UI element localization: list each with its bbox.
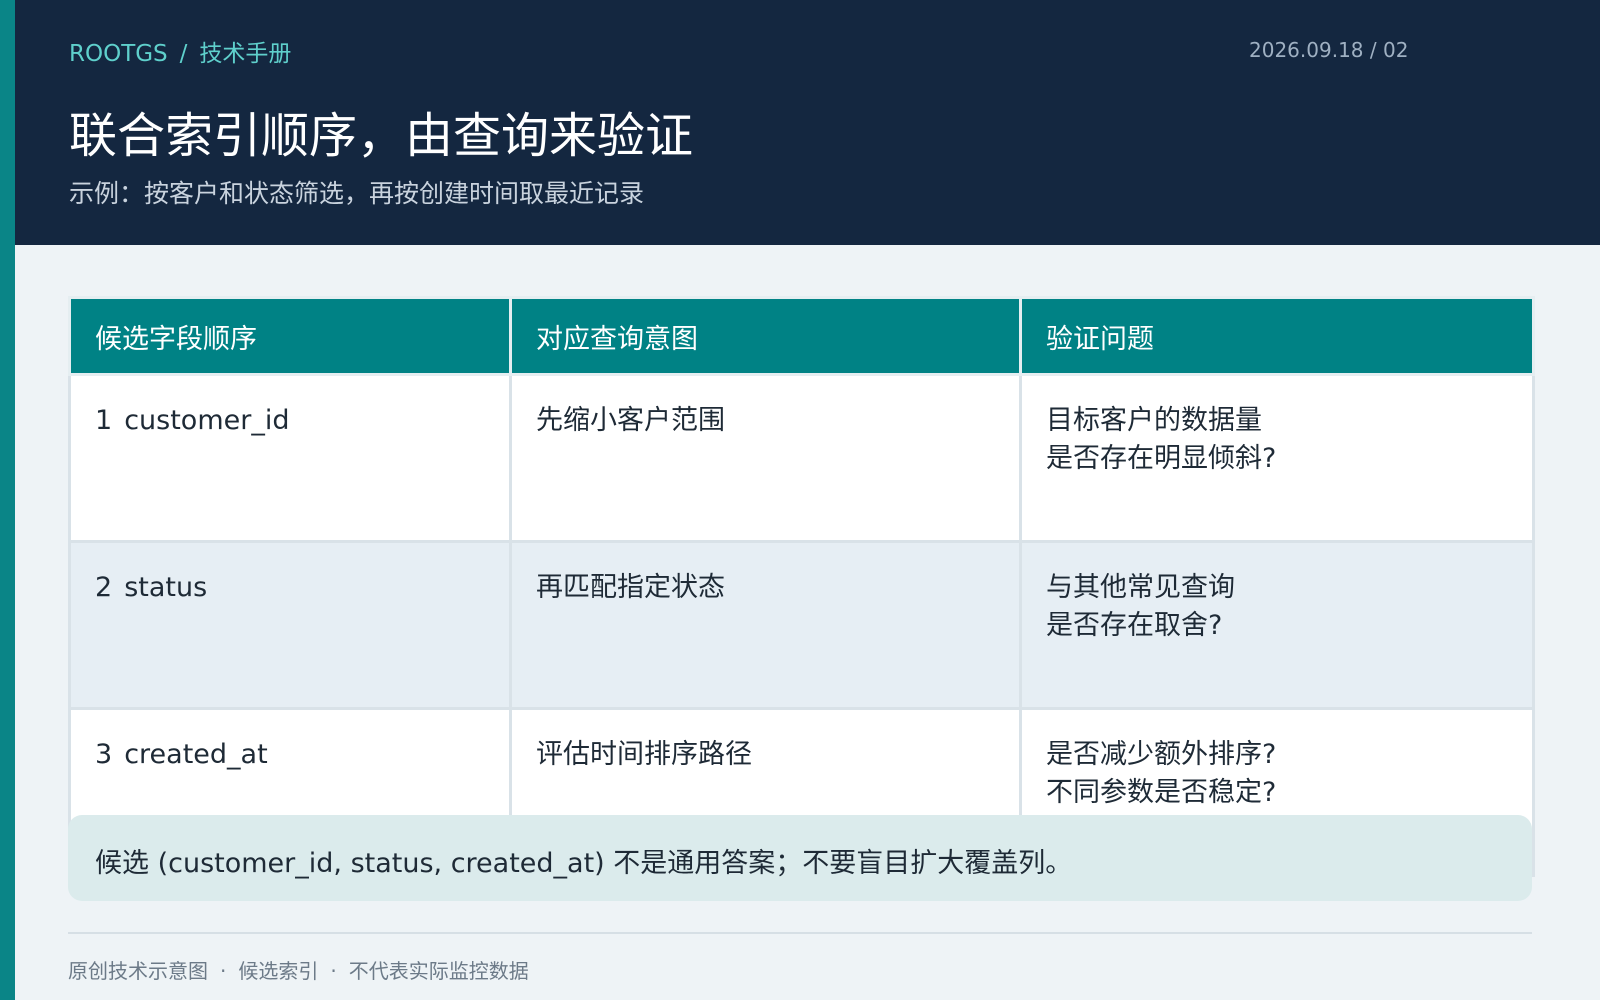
breadcrumb-brand[interactable]: ROOTGS (69, 41, 168, 67)
question-line: 是否存在明显倾斜? (1046, 443, 1277, 474)
page-date: 2026.09.18 / 02 (1249, 38, 1409, 62)
field-name: created_at (124, 739, 268, 770)
field-order-cell: 2 status (68, 540, 512, 710)
footer: 原创技术示意图 · 候选索引 · 不代表实际监控数据 (68, 955, 529, 984)
question-line: 不同参数是否稳定? (1046, 777, 1277, 808)
table-header-row: 候选字段顺序 对应查询意图 验证问题 (68, 296, 1535, 376)
field-name: customer_id (124, 405, 290, 436)
validation-question-cell: 目标客户的数据量 是否存在明显倾斜? (1019, 373, 1535, 543)
index-order-table: 候选字段顺序 对应查询意图 验证问题 1 customer_id 先缩小客户范围 … (68, 296, 1535, 877)
column-header-field-order: 候选字段顺序 (68, 296, 512, 376)
query-intent-cell: 再匹配指定状态 (509, 540, 1022, 710)
question-line: 目标客户的数据量 (1046, 405, 1262, 436)
page-subtitle: 示例：按客户和状态筛选，再按创建时间取最近记录 (69, 179, 645, 208)
table-row: 1 customer_id 先缩小客户范围 目标客户的数据量 是否存在明显倾斜? (68, 373, 1535, 543)
question-line: 是否减少额外排序? (1046, 739, 1277, 770)
footer-separator: · (220, 959, 227, 983)
column-header-query-intent: 对应查询意图 (509, 296, 1022, 376)
breadcrumb: ROOTGS / 技术手册 (69, 34, 291, 68)
query-intent-cell: 先缩小客户范围 (509, 373, 1022, 543)
accent-bar (0, 0, 15, 1000)
row-index: 2 (95, 572, 113, 603)
footer-item: 不代表实际监控数据 (348, 959, 529, 983)
page-header: ROOTGS / 技术手册 2026.09.18 / 02 联合索引顺序，由查询来验… (15, 0, 1600, 245)
table-row: 2 status 再匹配指定状态 与其他常见查询 是否存在取舍? (68, 540, 1535, 710)
field-order-cell: 1 customer_id (68, 373, 512, 543)
row-index: 1 (95, 405, 113, 436)
page-title: 联合索引顺序，由查询来验证 (69, 108, 694, 164)
validation-question-cell: 与其他常见查询 是否存在取舍? (1019, 540, 1535, 710)
footer-item: 原创技术示意图 (68, 959, 208, 983)
row-index: 3 (95, 739, 113, 770)
field-name: status (124, 572, 208, 603)
breadcrumb-section[interactable]: 技术手册 (199, 41, 291, 67)
footer-separator: · (330, 959, 337, 983)
question-line: 是否存在取舍? (1046, 610, 1223, 641)
footer-item: 候选索引 (238, 959, 319, 983)
note-callout: 候选 (customer_id, status, created_at) 不是通… (68, 815, 1532, 901)
footer-divider (68, 932, 1532, 934)
question-line: 与其他常见查询 (1046, 572, 1235, 603)
breadcrumb-separator: / (179, 41, 188, 67)
column-header-validation-question: 验证问题 (1019, 296, 1535, 376)
note-text: 候选 (customer_id, status, created_at) 不是通… (95, 848, 1073, 879)
